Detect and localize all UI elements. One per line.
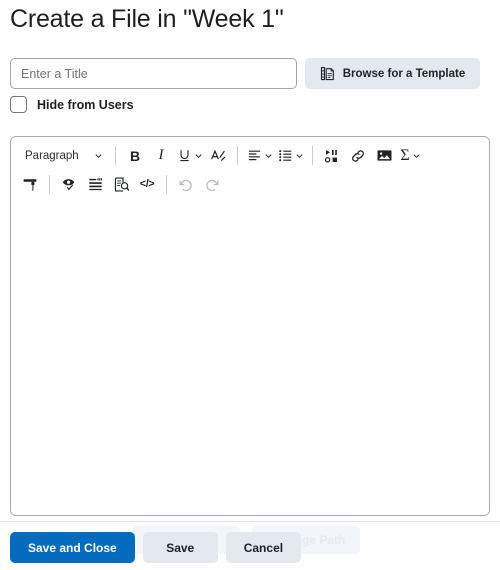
- text-color-icon: [211, 149, 226, 161]
- cancel-button[interactable]: Cancel: [225, 532, 302, 563]
- media-icon: [324, 149, 337, 163]
- chevron-down-icon: [265, 154, 272, 159]
- redo-button[interactable]: [199, 172, 225, 197]
- preview-button[interactable]: [108, 172, 134, 197]
- toolbar-separator-1: [115, 146, 116, 165]
- undo-icon: [179, 179, 192, 191]
- paragraph-style-select[interactable]: Paragraph: [17, 143, 109, 168]
- align-button[interactable]: [244, 143, 275, 168]
- insert-image-button[interactable]: [371, 143, 397, 168]
- italic-icon: I: [158, 147, 164, 163]
- bold-icon: B: [129, 147, 141, 164]
- html-source-button[interactable]: </>: [134, 172, 160, 197]
- align-left-icon: [248, 150, 261, 161]
- hide-from-users-checkbox[interactable]: [10, 96, 27, 113]
- html-source-icon: </>: [139, 178, 155, 190]
- toolbar-separator-4: [49, 175, 50, 194]
- toolbar-row-2: </>: [13, 170, 487, 199]
- preview-find-icon: [114, 177, 129, 192]
- toolbar-separator-5: [166, 175, 167, 194]
- hide-from-users-label[interactable]: Hide from Users: [37, 98, 134, 112]
- browse-for-template-button[interactable]: Browse for a Template: [305, 58, 480, 89]
- chevron-down-icon: [195, 154, 202, 159]
- browse-for-template-label: Browse for a Template: [342, 67, 466, 80]
- editor-toolbar: Paragraph B I Σ </>: [11, 137, 489, 201]
- chevron-down-icon: [413, 154, 420, 159]
- toolbar-separator-2: [237, 146, 238, 165]
- chevron-down-icon: [95, 154, 102, 159]
- redo-icon: [206, 179, 219, 191]
- template-document-icon: [320, 66, 335, 81]
- save-and-close-button[interactable]: Save and Close: [10, 532, 135, 563]
- insert-media-button[interactable]: [319, 143, 345, 168]
- toolbar-separator-3: [312, 146, 313, 165]
- insert-link-button[interactable]: [345, 143, 371, 168]
- accessibility-check-icon: [62, 179, 74, 191]
- undo-button[interactable]: [173, 172, 199, 197]
- word-count-icon: [88, 178, 102, 191]
- footer-divider: [0, 521, 500, 522]
- underline-icon: [180, 150, 189, 162]
- paragraph-style-label: Paragraph: [25, 149, 79, 162]
- equation-sigma-icon: Σ: [400, 146, 410, 164]
- html-editor: Paragraph B I Σ </>: [10, 136, 490, 516]
- title-row: Browse for a Template: [10, 58, 490, 89]
- insert-equation-button[interactable]: Σ: [397, 143, 423, 168]
- italic-button[interactable]: I: [148, 143, 174, 168]
- format-painter-icon: [23, 178, 37, 191]
- editor-content-area[interactable]: [11, 201, 489, 515]
- bulleted-list-icon: [279, 150, 292, 162]
- hide-from-users-row: Hide from Users: [10, 96, 134, 113]
- chevron-down-icon: [296, 154, 303, 159]
- bold-button[interactable]: B: [122, 143, 148, 168]
- word-count-button[interactable]: [82, 172, 108, 197]
- footer-actions: Save and Close Save Cancel: [10, 532, 302, 563]
- page-title: Create a File in "Week 1": [10, 5, 284, 33]
- save-button[interactable]: Save: [142, 532, 218, 563]
- text-color-button[interactable]: [205, 143, 231, 168]
- title-input[interactable]: [10, 58, 297, 89]
- toolbar-row-1: Paragraph B I Σ: [13, 141, 487, 170]
- link-icon: [352, 149, 364, 162]
- list-button[interactable]: [275, 143, 306, 168]
- format-painter-button[interactable]: [17, 172, 43, 197]
- create-file-dialog: Create a File in "Week 1" Browse for a T…: [0, 0, 500, 570]
- image-icon: [377, 150, 391, 161]
- accessibility-checker-button[interactable]: [56, 172, 82, 197]
- underline-button[interactable]: [174, 143, 205, 168]
